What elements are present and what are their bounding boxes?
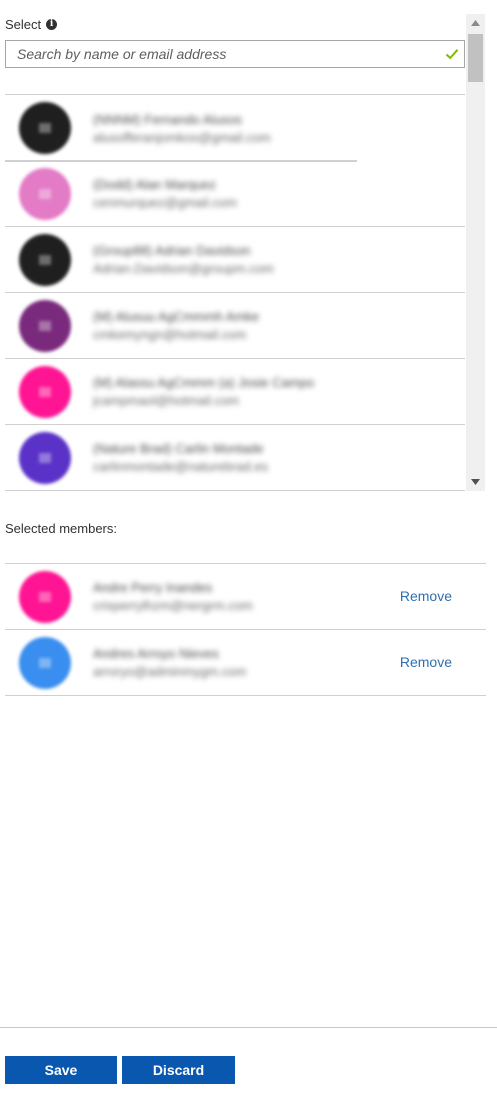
result-email: cenmurquez@gmail.com [93,195,237,210]
result-name: (Group88) Adrian Davidson [93,243,251,258]
result-email: carlinmontade@naturebrad.es [93,459,269,474]
select-label: Select i [5,17,58,32]
result-item[interactable]: (Dodd) Alan Marquez cenmurquez@gmail.com [5,161,465,227]
scroll-down-arrow-icon[interactable] [466,475,485,489]
search-box[interactable] [5,40,465,68]
footer-divider [0,1027,497,1028]
member-name: Andres Arroyo Nieves [93,646,219,661]
scroll-up-arrow-icon[interactable] [466,16,485,30]
results-scrollbar[interactable] [466,14,485,491]
avatar [19,431,71,484]
avatar [19,636,71,689]
selected-member-item: Andres Arroyo Nieves arroryo@adminmygm.c… [5,630,486,696]
scroll-thumb[interactable] [468,34,483,82]
remove-member-link[interactable]: Remove [400,588,452,604]
result-name: (Dodd) Alan Marquez [93,177,216,192]
result-email: cmkemyngn@hotmail.com [93,327,247,342]
avatar [19,299,71,352]
selected-member-item: Andre Perry Inandes crisperrylhzm@nergrm… [5,564,486,630]
select-label-text: Select [5,17,42,32]
result-item[interactable]: (NNNM) Fernando Alusos alusofferanjomkos… [5,95,465,162]
result-item[interactable]: (Group88) Adrian Davidson Adrian.Davidso… [5,227,465,293]
avatar [19,570,71,623]
result-email: alusofferanjomkos@gmail.com [93,129,271,145]
result-item[interactable]: (M) Alusuu AgCmmmh Amke cmkemyngn@hotmai… [5,293,465,359]
search-results-list: (NNNM) Fernando Alusos alusofferanjomkos… [5,94,465,491]
save-button[interactable]: Save [5,1056,117,1084]
selected-members-list: Andre Perry Inandes crisperrylhzm@nergrm… [5,563,486,696]
avatar [19,167,71,220]
member-email: arroryo@adminmygm.com [93,664,247,679]
checkmark-icon [445,49,459,60]
member-name: Andre Perry Inandes [93,580,213,595]
result-name: (NNNM) Fernando Alusos [93,111,242,127]
result-name: (M) Alusuu AgCmmmh Amke [93,309,260,324]
result-name: (M) Alassu AgCmmm (a) Josie Campo [93,375,315,390]
remove-member-link[interactable]: Remove [400,654,452,670]
avatar [19,365,71,418]
search-input[interactable] [6,41,436,67]
selected-members-label: Selected members: [5,521,117,536]
result-name: (Nature Brad) Carlin Montade [93,441,264,456]
result-email: Adrian.Davidson@groupm.com [93,261,274,276]
avatar [19,102,71,154]
result-item[interactable]: (M) Alassu AgCmmm (a) Josie Campo jcampm… [5,359,465,425]
discard-button[interactable]: Discard [122,1056,235,1084]
result-item[interactable]: (Nature Brad) Carlin Montade carlinmonta… [5,425,465,491]
member-email: crisperrylhzm@nergrm.com [93,598,253,613]
info-icon[interactable]: i [46,19,58,30]
avatar [19,233,71,286]
result-email: jcampmaol@hotmail.com [93,393,240,408]
